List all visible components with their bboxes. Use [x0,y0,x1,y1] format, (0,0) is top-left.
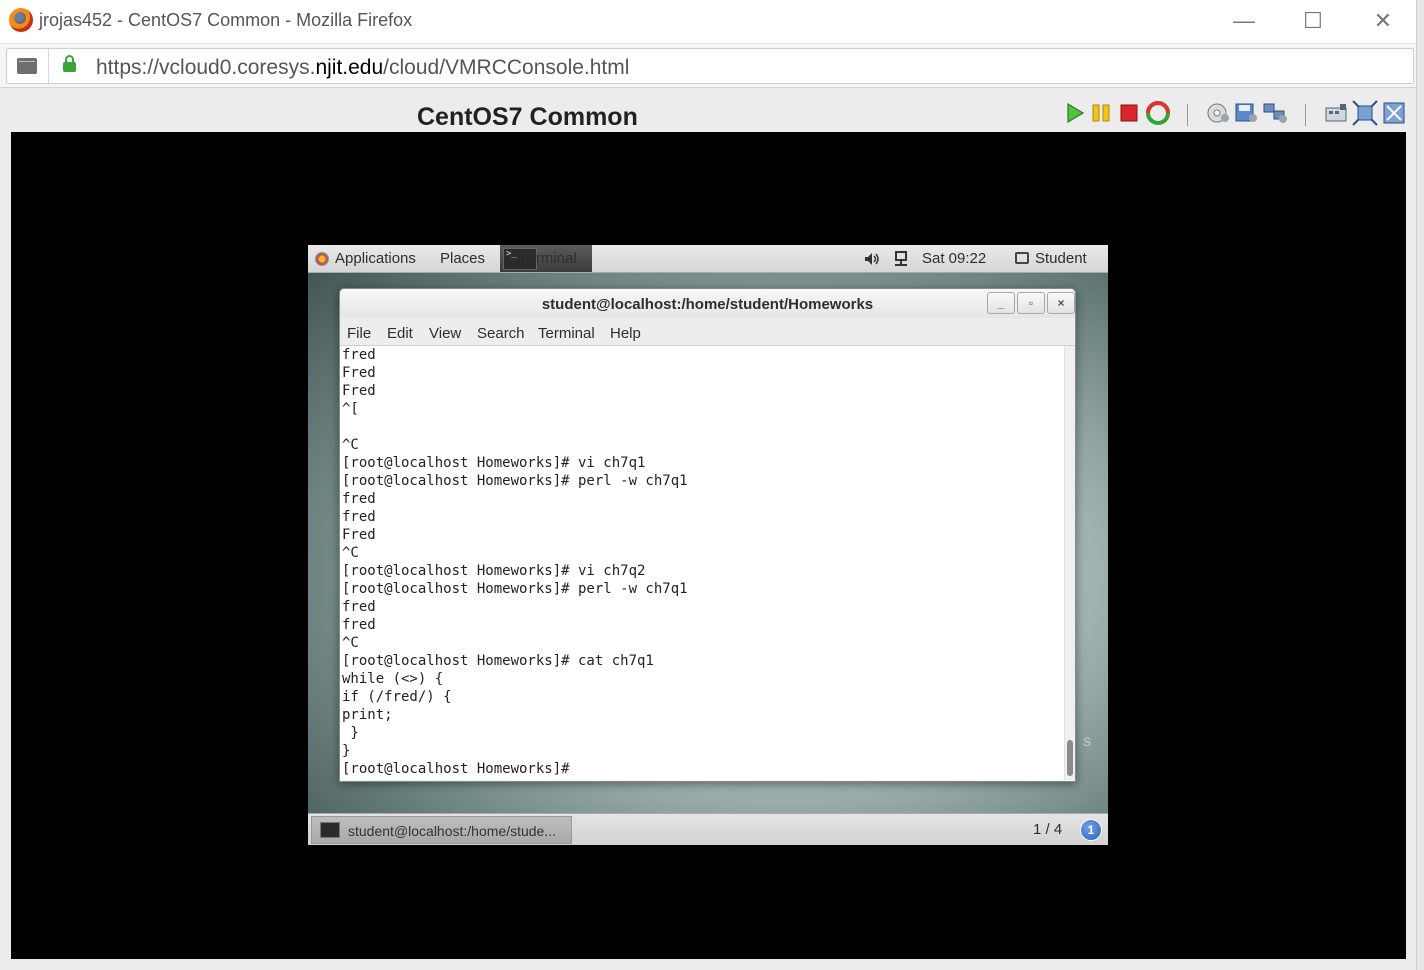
terminal-maximize-button[interactable]: ▫ [1017,292,1045,314]
stop-icon[interactable] [1118,102,1140,124]
url-suffix: /cloud/VMRCConsole.html [383,56,630,79]
terminal-line: [root@localhost Homeworks]# cat ch7q1 [342,653,654,669]
terminal-line: } [342,725,359,741]
firefox-logo-icon [9,8,33,32]
fit-window-icon[interactable] [1352,100,1378,126]
menu-terminal[interactable]: Terminal [538,325,595,342]
speaker-icon[interactable] [864,252,880,266]
guest-topbar: Applications Places >_ Terminal Sat 09:2… [308,245,1108,273]
terminal-line: while (<>) { [342,671,444,687]
terminal-minimize-button[interactable]: _ [987,292,1015,314]
vm-title: CentOS7 Common [417,103,638,131]
terminal-line: [root@localhost Homeworks]# [342,761,579,777]
terminal-menubar: File Edit View Search Terminal Help [340,318,1075,346]
vm-console[interactable]: Applications Places >_ Terminal Sat 09:2… [11,132,1406,959]
places-menu[interactable]: Places [440,250,485,267]
terminal-scrollbar[interactable] [1064,346,1075,780]
vmrc-page: CentOS7 Common Applications Places >_ Te… [0,88,1416,970]
terminal-line: Fred [342,383,376,399]
menu-search[interactable]: Search [477,325,525,342]
firefox-titlebar: jrojas452 - CentOS7 Common - Mozilla Fir… [0,0,1424,43]
terminal-line: fred [342,491,376,507]
network-icon[interactable] [1262,102,1288,124]
terminal-line: [root@localhost Homeworks]# vi ch7q2 [342,563,646,579]
menu-view[interactable]: View [429,325,461,342]
window-title: jrojas452 - CentOS7 Common - Mozilla Fir… [39,10,413,30]
maximize-button[interactable]: ☐ [1290,4,1336,38]
url-domain: njit.edu [315,56,384,79]
user-icon [1015,252,1029,264]
guest-bottombar: student@localhost:/home/stude... 1 / 4 1 [308,813,1108,845]
terminal-line: [root@localhost Homeworks]# vi ch7q1 [342,455,646,471]
terminal-line: Fred [342,527,376,543]
terminal-line: if (/fred/) { [342,689,452,705]
terminal-line: Fred [342,365,376,381]
guest-desktop[interactable]: Applications Places >_ Terminal Sat 09:2… [308,245,1108,845]
terminal-line: fred [342,347,376,363]
applications-menu[interactable]: Applications [335,250,416,267]
reset-icon[interactable] [1145,100,1171,126]
terminal-line: fred [342,599,376,615]
menu-help[interactable]: Help [610,325,641,342]
identity-box[interactable] [7,49,49,83]
workspace-indicator[interactable]: 1 / 4 [1033,821,1062,838]
terminal-line: [root@localhost Homeworks]# perl -w ch7q… [342,473,688,489]
terminal-close-button[interactable]: × [1047,292,1075,314]
terminal-window[interactable]: student@localhost:/home/student/Homework… [339,288,1076,782]
toolbar-separator [1305,104,1306,126]
terminal-title: student@localhost:/home/student/Homework… [541,296,874,313]
terminal-line: fred [342,509,376,525]
navigation-toolbar: https://vcloud0.coresys.njit.edu/cloud/V… [0,43,1416,88]
url-text[interactable]: https://vcloud0.coresys.njit.edu/cloud/V… [96,56,629,80]
pause-icon[interactable] [1090,102,1112,124]
terminal-line: } [342,743,351,759]
terminal-line: ^C [342,635,359,651]
play-icon[interactable] [1064,102,1086,124]
menu-file[interactable]: File [347,325,371,342]
terminal-app-label[interactable]: Terminal [520,250,577,267]
lock-icon[interactable] [63,55,76,72]
terminal-line: [root@localhost Homeworks]# perl -w ch7q… [342,581,688,597]
ctrl-alt-del-icon[interactable] [1324,102,1348,124]
close-button[interactable]: ✕ [1360,4,1406,38]
taskbar-terminal-button[interactable]: student@localhost:/home/stude... [311,816,572,844]
site-identity-icon [17,58,37,74]
terminal-line: fred [342,617,376,633]
floppy-icon[interactable] [1234,102,1258,124]
page-scrollbar[interactable] [1416,0,1424,970]
clock[interactable]: Sat 09:22 [922,250,986,267]
user-menu[interactable]: Student [1035,250,1087,267]
terminal-line: ^C [342,437,359,453]
gnome-foot-icon [315,252,329,266]
cd-icon[interactable] [1206,102,1230,124]
toolbar-separator [1187,104,1188,126]
terminal-line: print; [342,707,393,723]
terminal-line: ^C [342,545,359,561]
terminal-scroll-thumb[interactable] [1067,740,1073,776]
notification-badge[interactable]: 1 [1080,819,1102,841]
terminal-line: ^[ [342,401,359,417]
url-prefix: https://vcloud0.coresys. [96,56,316,79]
menu-edit[interactable]: Edit [387,325,413,342]
terminal-titlebar[interactable]: student@localhost:/home/student/Homework… [340,289,1075,318]
desktop-watermark: S [1083,735,1092,749]
url-bar[interactable]: https://vcloud0.coresys.njit.edu/cloud/V… [6,48,1414,84]
terminal-output[interactable]: fred Fred Fred ^[ ^C [root@localhost Homework… [340,346,1064,780]
taskbar-terminal-label: student@localhost:/home/stude... [348,823,556,839]
minimize-button[interactable]: — [1221,4,1267,38]
network-status-icon[interactable] [894,251,908,267]
terminal-icon [320,822,340,838]
fullscreen-icon[interactable] [1382,100,1406,126]
